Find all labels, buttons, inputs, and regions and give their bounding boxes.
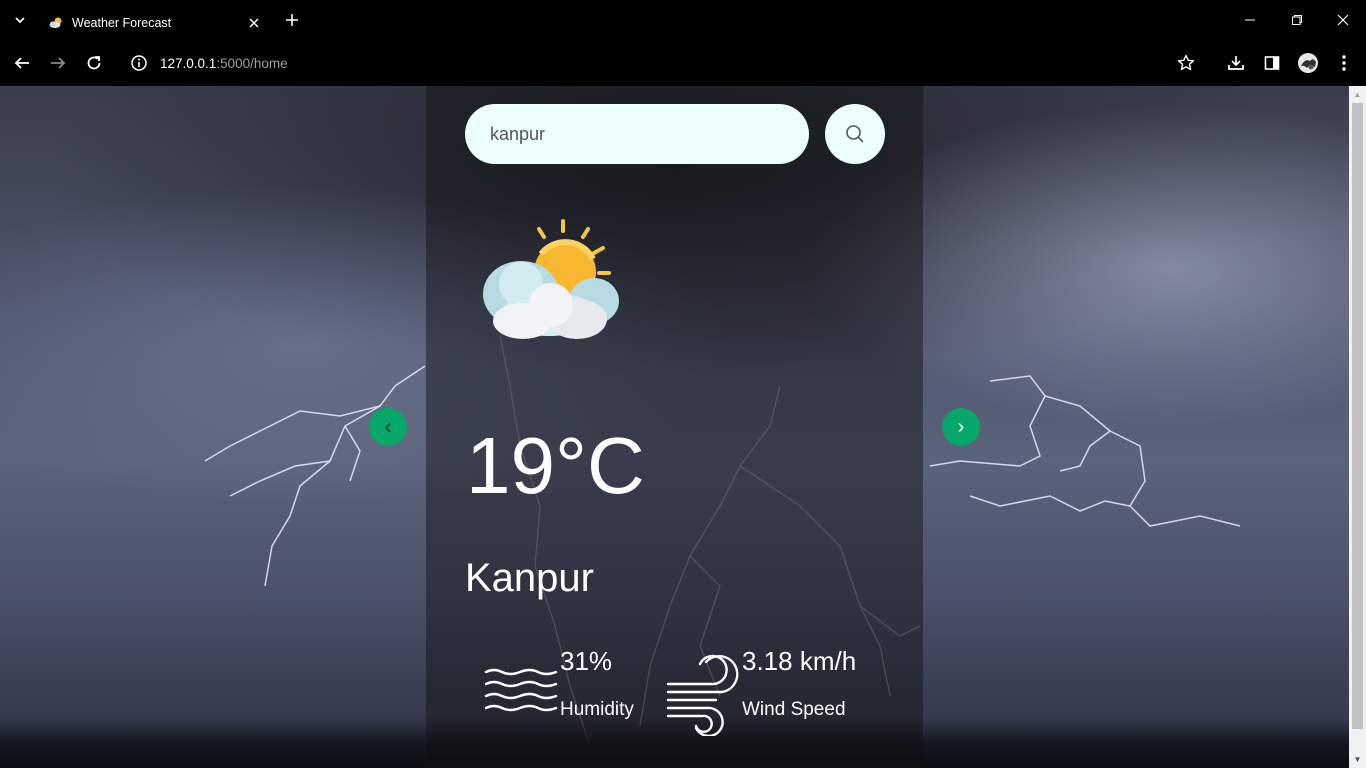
next-button[interactable]: › [942, 408, 980, 446]
restore-button[interactable] [1285, 8, 1309, 32]
side-panel-icon [1264, 56, 1280, 70]
search-icon [846, 125, 864, 143]
browser-titlebar: Weather Forecast [0, 0, 1366, 40]
browser-toolbar: 127.0.0.1:5000/home [0, 40, 1366, 86]
back-arrow-icon [14, 57, 29, 69]
address-bar[interactable]: 127.0.0.1:5000/home [118, 44, 1208, 82]
tab-search-button[interactable] [10, 10, 30, 30]
reload-button[interactable] [82, 51, 106, 75]
humidity-block: 31% Humidity [484, 648, 634, 719]
scroll-down-button[interactable]: ▼ [1349, 751, 1366, 768]
city-name: Kanpur [465, 556, 594, 600]
close-icon [249, 18, 259, 28]
close-tab-button[interactable] [244, 13, 264, 33]
info-icon[interactable] [130, 54, 148, 72]
browser-tab[interactable]: Weather Forecast [36, 6, 270, 40]
weather-card: 19°C Kanpur 31% Humidity [426, 86, 923, 768]
humidity-value: 31% [560, 646, 613, 676]
search-button[interactable] [825, 104, 885, 164]
back-button[interactable] [10, 51, 34, 75]
url-path: :5000/home [216, 55, 288, 71]
side-panel-button[interactable] [1260, 51, 1284, 75]
wind-block: 3.18 km/h Wind Speed [666, 648, 856, 736]
close-window-button[interactable] [1331, 8, 1355, 32]
forward-arrow-icon [51, 57, 66, 69]
page-viewport: 19°C Kanpur 31% Humidity [0, 86, 1366, 768]
download-icon [1228, 56, 1244, 70]
url-host: 127.0.0.1 [160, 55, 217, 71]
waves-icon [484, 668, 558, 712]
profile-button[interactable] [1296, 51, 1320, 75]
restore-icon [1292, 15, 1302, 25]
window-close-icon [1337, 14, 1349, 26]
profile-icon [1298, 53, 1318, 73]
plus-icon [286, 14, 298, 26]
vertical-scrollbar[interactable]: ▲ ▼ [1349, 86, 1366, 768]
star-icon [1177, 54, 1195, 71]
cloud-sun-icon [49, 17, 62, 28]
previous-button[interactable]: ‹ [369, 408, 407, 446]
wind-speed-label: Wind Speed [742, 699, 846, 720]
minimize-button[interactable] [1238, 8, 1262, 32]
reload-icon [87, 56, 101, 70]
scroll-thumb[interactable] [1352, 103, 1363, 729]
wind-speed-value: 3.18 km/h [742, 646, 857, 676]
bookmark-button[interactable] [1174, 51, 1198, 75]
scroll-up-button[interactable]: ▲ [1349, 86, 1366, 103]
humidity-label: Humidity [560, 699, 634, 720]
chevron-down-icon [15, 17, 25, 24]
tab-title: Weather Forecast [72, 16, 172, 30]
new-tab-button[interactable] [282, 10, 302, 30]
temperature-value: 19°C [466, 421, 645, 510]
city-search-input[interactable] [465, 104, 809, 164]
downloads-button[interactable] [1224, 51, 1248, 75]
more-vert-icon [1342, 55, 1346, 71]
partly-cloudy-icon [483, 219, 619, 339]
minimize-icon [1245, 19, 1255, 21]
wind-icon [666, 654, 739, 736]
browser-menu-button[interactable] [1332, 51, 1356, 75]
forward-button[interactable] [46, 51, 70, 75]
